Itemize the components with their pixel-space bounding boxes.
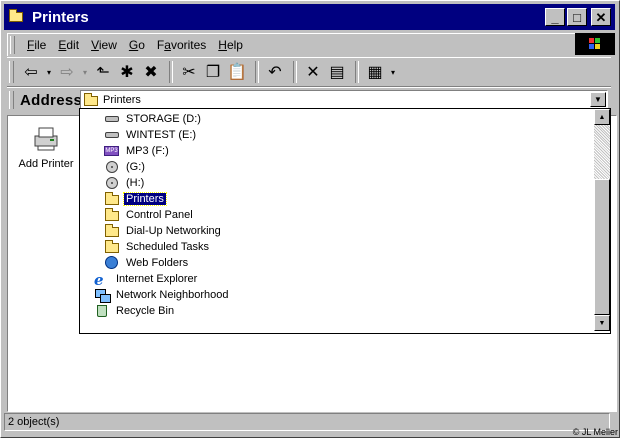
scroll-up-button[interactable]: ▲: [594, 109, 610, 125]
dropdown-item[interactable]: Printers: [80, 191, 592, 207]
add-printer-icon: [32, 124, 60, 152]
dropdown-item[interactable]: Network Neighborhood: [80, 287, 592, 303]
toolbar-grip[interactable]: [9, 61, 14, 83]
title-bar[interactable]: Printers _ □ ✕: [4, 4, 615, 30]
cd-icon: [104, 160, 120, 174]
dropdown-item-label: Internet Explorer: [116, 273, 198, 285]
cd-icon: [104, 176, 120, 190]
dropdown-item[interactable]: (G:): [80, 159, 592, 175]
menu-view[interactable]: View: [85, 38, 123, 52]
standard-toolbar: ⇦ ▾ ⇨ ▾ ⬑ ✱ ✖ ✂ ❐ 📋 ↶ ✕ ▤ ▦ ▾: [7, 57, 611, 87]
ie-icon: e: [94, 271, 104, 289]
dropdown-item[interactable]: Scheduled Tasks: [80, 239, 592, 255]
printers-folder-icon: [83, 92, 99, 107]
back-arrow-icon[interactable]: ⇦: [20, 61, 42, 83]
net-icon: [94, 288, 111, 303]
dropdown-item[interactable]: Recycle Bin: [80, 303, 592, 319]
back-dropdown-icon[interactable]: ▾: [44, 61, 54, 83]
dropdown-item[interactable]: e Internet Explorer: [80, 271, 592, 289]
properties-icon[interactable]: ▤: [326, 61, 348, 83]
folder-icon: [104, 208, 120, 222]
address-combobox[interactable]: Printers ▼: [80, 90, 608, 109]
dropdown-item[interactable]: Web Folders: [80, 255, 592, 271]
addressbar-grip[interactable]: [9, 91, 14, 109]
toolbar-separator: [255, 61, 259, 83]
minimize-button[interactable]: _: [545, 8, 565, 26]
add-printer-item[interactable]: Add Printer: [16, 124, 76, 170]
maximize-button[interactable]: □: [567, 8, 587, 26]
toolbar-separator: [293, 61, 297, 83]
dropdown-item-label: Scheduled Tasks: [126, 241, 209, 253]
dropdown-item-label: WINTEST (E:): [126, 129, 197, 141]
dropdown-item-label: STORAGE (D:): [126, 113, 201, 125]
menubar-grip[interactable]: [10, 36, 15, 54]
dropdown-item[interactable]: Dial-Up Networking: [80, 223, 592, 239]
copy-icon[interactable]: ❐: [202, 61, 224, 83]
scroll-thumb[interactable]: [594, 179, 610, 315]
paste-icon[interactable]: 📋: [226, 61, 248, 83]
window-controls: _ □ ✕: [545, 8, 611, 26]
dropdown-item-label: Web Folders: [126, 257, 189, 269]
dropdown-item[interactable]: WINTEST (E:): [80, 127, 592, 143]
add-printer-label: Add Printer: [18, 158, 74, 170]
forward-dropdown-icon[interactable]: ▾: [80, 61, 90, 83]
dropdown-items: STORAGE (D:) WINTEST (E:) MP3 MP3 (F:) (G:) (…: [80, 111, 592, 319]
mp3-icon: MP3: [104, 146, 119, 156]
status-text: 2 object(s): [4, 413, 610, 431]
disconnect-drive-icon[interactable]: ✖: [140, 61, 162, 83]
forward-arrow-icon[interactable]: ⇨: [56, 61, 78, 83]
windows-logo-icon: [575, 33, 615, 55]
drive-icon: [104, 112, 120, 126]
up-folder-icon[interactable]: ⬑: [92, 61, 114, 83]
bin-icon: [94, 304, 110, 318]
printers-folder-icon: [8, 9, 26, 25]
toolbar-separator: [355, 61, 359, 83]
scroll-down-button[interactable]: ▼: [594, 315, 610, 331]
dropdown-item-label: Dial-Up Networking: [126, 225, 221, 237]
window-title: Printers: [32, 8, 89, 26]
address-value[interactable]: Printers: [103, 94, 141, 106]
globe-icon: [104, 256, 120, 270]
delete-icon[interactable]: ✕: [302, 61, 324, 83]
views-icon[interactable]: ▦: [364, 61, 386, 83]
address-label: Address: [20, 91, 83, 109]
dropdown-item-label: Network Neighborhood: [116, 289, 229, 301]
menu-edit[interactable]: Edit: [52, 38, 85, 52]
dropdown-item-label: Control Panel: [126, 209, 193, 221]
dropdown-item-label: Recycle Bin: [116, 305, 175, 317]
dropdown-item[interactable]: MP3 MP3 (F:): [80, 143, 592, 159]
copyright-watermark: © JL Meller: [572, 427, 618, 437]
views-dropdown-icon[interactable]: ▾: [388, 61, 398, 83]
dropdown-scrollbar[interactable]: ▲ ▼: [594, 109, 610, 331]
scroll-track-upper[interactable]: [594, 125, 610, 179]
dropdown-item-label: Printers: [123, 192, 167, 206]
folder-icon: [104, 240, 120, 254]
undo-icon[interactable]: ↶: [264, 61, 286, 83]
address-dropdown-list[interactable]: STORAGE (D:) WINTEST (E:) MP3 MP3 (F:) (G:) (…: [79, 108, 611, 334]
close-button[interactable]: ✕: [591, 8, 611, 26]
cut-icon[interactable]: ✂: [178, 61, 200, 83]
dropdown-item-label: (G:): [126, 161, 145, 173]
drive-icon: [104, 128, 120, 142]
menu-help[interactable]: Help: [212, 38, 249, 52]
menu-favorites[interactable]: Favorites: [151, 38, 212, 52]
toolbar-separator: [169, 61, 173, 83]
folder-icon: [104, 224, 120, 238]
map-drive-icon[interactable]: ✱: [116, 61, 138, 83]
dropdown-item-label: MP3 (F:): [126, 145, 169, 157]
address-dropdown-button[interactable]: ▼: [590, 92, 606, 107]
folder-icon: [104, 192, 120, 206]
dropdown-item-label: (H:): [126, 177, 145, 189]
status-bar: 2 object(s): [4, 411, 616, 433]
dropdown-item[interactable]: (H:): [80, 175, 592, 191]
menu-bar: File Edit View Go Favorites Help: [7, 33, 576, 56]
dropdown-item[interactable]: Control Panel: [80, 207, 592, 223]
dropdown-item[interactable]: STORAGE (D:): [80, 111, 592, 127]
menu-file[interactable]: File: [21, 38, 52, 52]
menu-go[interactable]: Go: [123, 38, 151, 52]
